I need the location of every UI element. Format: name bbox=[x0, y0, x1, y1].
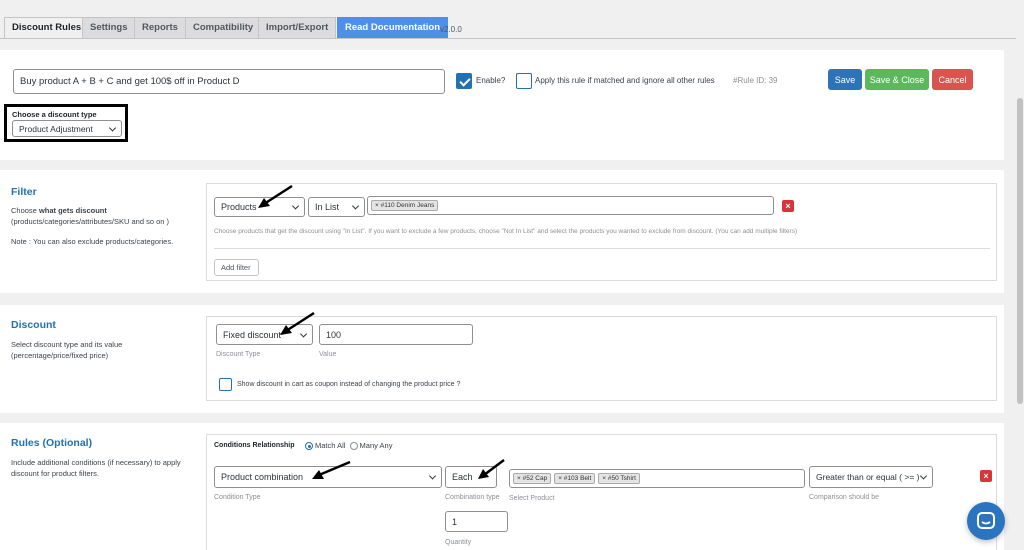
enable-checkbox[interactable] bbox=[456, 73, 472, 89]
match-any-radio[interactable] bbox=[349, 442, 358, 451]
filter-box: Products In List × #110 Denim Jeans × Ch… bbox=[206, 183, 997, 281]
coupon-label: Show discount in cart as coupon instead … bbox=[237, 381, 461, 388]
product-tag[interactable]: × #110 Denim Jeans bbox=[371, 200, 439, 211]
discount-box: Fixed discount 100 Discount Type Value S… bbox=[206, 316, 997, 401]
discount-type-select[interactable]: Product Adjustment bbox=[12, 120, 122, 137]
filter-divider bbox=[214, 248, 990, 249]
discount-type-label: Choose a discount type bbox=[12, 110, 97, 119]
discount-title: Discount bbox=[11, 319, 56, 331]
combination-type-caption: Combination type bbox=[445, 494, 500, 501]
discount-type-caption: Discount Type bbox=[216, 351, 261, 358]
arrow-annotation bbox=[258, 184, 293, 208]
filter-help-text: Choose products that get the discount us… bbox=[214, 228, 798, 235]
product-tag-label: #50 Tshirt bbox=[607, 475, 636, 482]
discount-value-input[interactable]: 100 bbox=[319, 324, 473, 345]
match-any-label: Many Any bbox=[359, 441, 393, 450]
filter-products-select[interactable]: × #110 Denim Jeans bbox=[367, 196, 774, 215]
match-all-radio[interactable] bbox=[305, 442, 313, 451]
discount-value-caption: Value bbox=[319, 351, 337, 358]
tab-settings[interactable]: Settings bbox=[82, 17, 136, 39]
rule-header-panel: Buy product A + B + C and get 100$ off i… bbox=[0, 50, 1004, 160]
apply-exclusive-label: Apply this rule if matched and ignore al… bbox=[535, 76, 715, 85]
filter-panel: Filter Choose what gets discount (produc… bbox=[0, 170, 1004, 293]
arrow-annotation bbox=[280, 311, 315, 335]
product-tag-label: #110 Denim Jeans bbox=[380, 202, 435, 209]
filter-description: Choose what gets discount (products/cate… bbox=[11, 205, 201, 227]
product-tag-label: #103 Belt bbox=[563, 475, 592, 482]
tab-divider bbox=[0, 38, 1018, 39]
chat-icon bbox=[977, 512, 995, 529]
tab-bar: Discount Rules Settings Reports Compatib… bbox=[0, 0, 1018, 40]
quantity-input[interactable]: 1 bbox=[445, 511, 508, 532]
discount-description: Select discount type and its value (perc… bbox=[11, 340, 123, 360]
rules-box: Conditions Relationship Match All Many A… bbox=[206, 434, 997, 550]
filter-note: Note : You can also exclude products/cat… bbox=[11, 237, 174, 246]
discount-panel: Discount Select discount type and its va… bbox=[0, 305, 1004, 413]
scrollbar-thumb[interactable] bbox=[1017, 98, 1023, 404]
discount-type-highlight: Choose a discount type Product Adjustmen… bbox=[4, 104, 128, 142]
rules-description: Include additional conditions (if necess… bbox=[11, 458, 181, 478]
tab-compatibility[interactable]: Compatibility bbox=[185, 17, 262, 39]
filter-desc-prefix: Choose bbox=[11, 206, 39, 215]
arrow-annotation bbox=[478, 459, 505, 479]
filter-title: Filter bbox=[11, 186, 37, 198]
rule-title-input[interactable]: Buy product A + B + C and get 100$ off i… bbox=[13, 69, 445, 94]
rules-title: Rules (Optional) bbox=[11, 437, 93, 449]
product-tag[interactable]: × #50 Tshirt bbox=[598, 473, 640, 484]
comparison-caption: Comparison should be bbox=[809, 494, 880, 501]
filter-desc-rest: (products/categories/attributes/SKU and … bbox=[11, 217, 169, 226]
tab-read-documentation[interactable]: Read Documentation bbox=[337, 17, 449, 39]
quantity-caption: Quantity bbox=[445, 539, 472, 546]
product-tag[interactable]: × #52 Cap bbox=[513, 473, 552, 484]
save-close-button[interactable]: Save & Close bbox=[865, 69, 929, 90]
version-label: v2.0.0 bbox=[440, 25, 462, 34]
rules-panel: Rules (Optional) Include additional cond… bbox=[0, 423, 1004, 550]
product-tag[interactable]: × #103 Belt bbox=[554, 473, 596, 484]
conditions-relationship-label: Conditions Relationship bbox=[214, 442, 295, 449]
relationship-radio-group: Match All Many Any bbox=[303, 441, 393, 451]
product-tag-label: #52 Cap bbox=[522, 475, 548, 482]
apply-exclusive-checkbox[interactable] bbox=[516, 73, 532, 89]
filter-desc-bold: what gets discount bbox=[38, 206, 107, 215]
arrow-annotation bbox=[312, 460, 351, 479]
enable-label: Enable? bbox=[476, 76, 506, 85]
comparison-select[interactable]: Greater than or equal ( >= ) bbox=[809, 466, 933, 488]
select-product-caption: Select Product bbox=[509, 495, 555, 502]
tab-reports[interactable]: Reports bbox=[134, 17, 186, 39]
select-product-input[interactable]: × #52 Cap × #103 Belt × #50 Tshirt bbox=[509, 469, 805, 488]
remove-filter-button[interactable]: × bbox=[782, 200, 794, 212]
tab-import-export[interactable]: Import/Export bbox=[258, 17, 337, 39]
save-button[interactable]: Save bbox=[828, 69, 862, 90]
filter-operator-select[interactable]: In List bbox=[308, 197, 365, 217]
remove-condition-button[interactable]: × bbox=[980, 470, 992, 482]
rule-id: #Rule ID: 39 bbox=[733, 76, 778, 85]
cancel-button[interactable]: Cancel bbox=[932, 69, 973, 90]
condition-type-caption: Condition Type bbox=[214, 494, 261, 501]
coupon-checkbox[interactable] bbox=[219, 378, 232, 391]
chat-launcher-button[interactable] bbox=[967, 502, 1005, 540]
match-all-label: Match All bbox=[315, 441, 346, 450]
add-filter-button[interactable]: Add filter bbox=[214, 259, 259, 276]
tab-discount-rules[interactable]: Discount Rules bbox=[4, 17, 90, 39]
